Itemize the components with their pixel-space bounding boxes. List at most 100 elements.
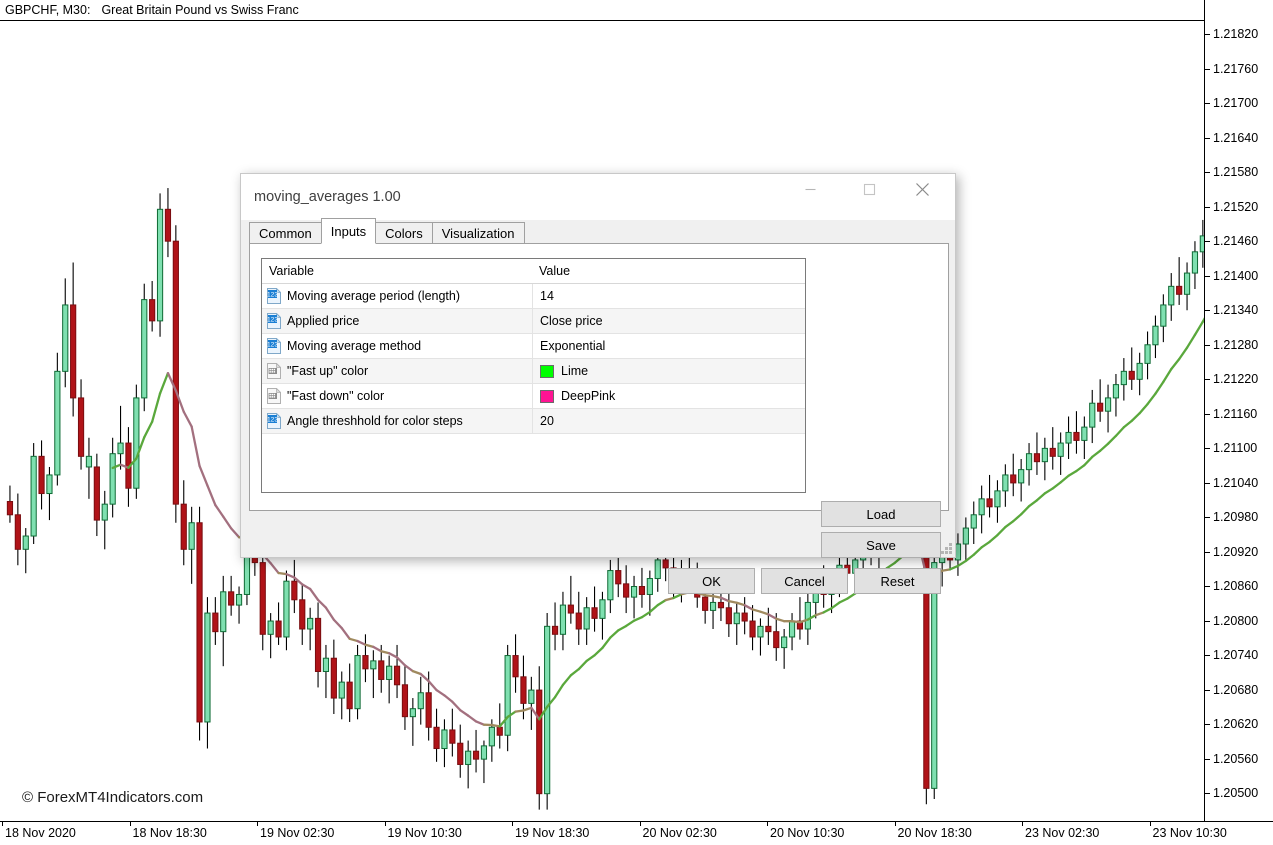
candle-bearish <box>473 751 478 759</box>
price-tick-label: 1.21340 <box>1205 303 1258 317</box>
watermark-label: © ForexMT4Indicators.com <box>22 789 203 806</box>
price-axis[interactable]: 1.218201.217601.217001.216401.215801.215… <box>1205 0 1273 821</box>
save-button[interactable]: Save <box>821 532 941 558</box>
minimize-button[interactable] <box>787 174 833 205</box>
moving-average-segment <box>982 542 990 547</box>
candle-bearish <box>513 656 518 677</box>
close-icon <box>915 182 930 197</box>
tab-visualization[interactable]: Visualization <box>432 222 525 244</box>
parameter-variable-cell[interactable]: 123Applied price <box>262 313 532 329</box>
candle-bearish <box>78 398 83 456</box>
candle-bearish <box>1129 371 1134 379</box>
parameter-variable-cell[interactable]: 123Moving average method <box>262 338 532 354</box>
moving-average-segment <box>405 665 413 671</box>
moving-average-segment <box>1037 493 1045 500</box>
moving-average-segment <box>523 708 531 711</box>
candle-bullish <box>466 751 471 764</box>
moving-average-segment <box>1005 521 1013 527</box>
candle-bearish <box>592 608 597 619</box>
time-axis[interactable]: 18 Nov 202018 Nov 18:3019 Nov 02:3019 No… <box>0 821 1273 845</box>
parameter-row[interactable]: "Fast down" colorDeepPink <box>262 384 805 409</box>
parameter-variable-cell[interactable]: "Fast down" color <box>262 388 532 404</box>
resize-grip-icon[interactable] <box>941 543 954 556</box>
moving-average-segment <box>200 466 208 486</box>
moving-average-segment <box>279 573 287 574</box>
candle-bullish <box>236 594 241 605</box>
price-tick-label: 1.20500 <box>1205 786 1258 800</box>
candle-bullish <box>647 579 652 595</box>
moving-average-segment <box>674 594 682 598</box>
candle-bearish <box>624 584 629 597</box>
parameter-row[interactable]: 123Moving average methodExponential <box>262 334 805 359</box>
moving-average-segment <box>231 528 239 537</box>
parameter-variable-cell[interactable]: "Fast up" color <box>262 363 532 379</box>
parameter-value-cell[interactable]: 20 <box>532 409 805 434</box>
moving-average-segment <box>492 725 500 726</box>
moving-average-segment <box>768 614 776 618</box>
moving-average-segment <box>847 593 855 598</box>
moving-average-segment <box>974 547 982 554</box>
ok-button[interactable]: OK <box>668 568 755 594</box>
parameter-value-cell[interactable]: Lime <box>532 359 805 384</box>
maximize-button[interactable] <box>846 174 892 205</box>
candle-bearish <box>750 621 755 637</box>
tab-strip[interactable]: CommonInputsColorsVisualization <box>249 220 524 244</box>
price-tick-label: 1.21040 <box>1205 476 1258 490</box>
parameter-row[interactable]: 123Applied priceClose price <box>262 309 805 334</box>
parameter-variable-cell[interactable]: 123Moving average period (length) <box>262 288 532 304</box>
price-tick-label: 1.21700 <box>1205 96 1258 110</box>
moving-average-segment <box>634 617 642 621</box>
moving-average-segment <box>816 612 824 615</box>
parameter-value-cell[interactable]: 14 <box>532 284 805 309</box>
parameter-variable-label: Applied price <box>287 314 359 328</box>
moving-average-segment <box>350 639 358 641</box>
dialog-title-bar[interactable]: moving_averages 1.00 <box>241 174 955 220</box>
moving-average-segment <box>729 601 737 603</box>
candle-bearish <box>276 621 281 637</box>
parameter-row[interactable]: 123Moving average period (length)14 <box>262 284 805 309</box>
moving-average-segment <box>571 669 579 675</box>
parameter-variable-cell[interactable]: 123Angle threshhold for color steps <box>262 413 532 429</box>
moving-average-segment <box>389 653 397 657</box>
tab-common[interactable]: Common <box>249 222 322 244</box>
moving-average-segment <box>1053 482 1061 488</box>
candle-bullish <box>63 305 68 371</box>
tab-inputs[interactable]: Inputs <box>321 218 376 244</box>
moving-average-segment <box>626 621 634 626</box>
tab-colors[interactable]: Colors <box>375 222 433 244</box>
moving-average-segment <box>579 661 587 669</box>
parameter-value-cell[interactable]: DeepPink <box>532 384 805 409</box>
parameters-grid[interactable]: Variable Value 123Moving average period … <box>261 258 806 493</box>
parameter-value-cell[interactable]: Close price <box>532 309 805 334</box>
candle-bearish <box>1034 454 1039 462</box>
load-button[interactable]: Load <box>821 501 941 527</box>
candle-bullish <box>481 746 486 759</box>
parameter-row[interactable]: 123Angle threshhold for color steps20 <box>262 409 805 434</box>
close-button[interactable] <box>899 174 945 205</box>
candle-bearish <box>315 618 320 671</box>
candle-bearish <box>458 743 463 764</box>
moving-average-segment <box>966 555 974 561</box>
numeric-input-icon: 123 <box>267 288 281 304</box>
indicator-properties-dialog[interactable]: moving_averages 1.00 CommonInputsColorsV… <box>240 173 956 558</box>
candle-bullish <box>1153 326 1158 345</box>
price-tick-label: 1.21580 <box>1205 165 1258 179</box>
parameter-row[interactable]: "Fast up" colorLime <box>262 359 805 384</box>
moving-average-segment <box>1171 359 1179 369</box>
moving-average-segment <box>144 422 152 438</box>
moving-average-segment <box>587 655 595 661</box>
time-tick-label: 20 Nov 10:30 <box>767 826 844 840</box>
candle-bearish <box>394 666 399 685</box>
svg-text:123: 123 <box>267 292 278 299</box>
candle-bearish <box>766 626 771 631</box>
reset-button[interactable]: Reset <box>854 568 941 594</box>
column-header-value: Value <box>532 259 805 283</box>
moving-average-segment <box>942 569 950 570</box>
price-tick-label: 1.21400 <box>1205 269 1258 283</box>
moving-average-segment <box>302 584 310 589</box>
moving-average-segment <box>184 412 192 427</box>
parameter-value-cell[interactable]: Exponential <box>532 334 805 359</box>
moving-average-segment <box>595 648 603 655</box>
cancel-button[interactable]: Cancel <box>761 568 848 594</box>
candle-bullish <box>734 613 739 624</box>
